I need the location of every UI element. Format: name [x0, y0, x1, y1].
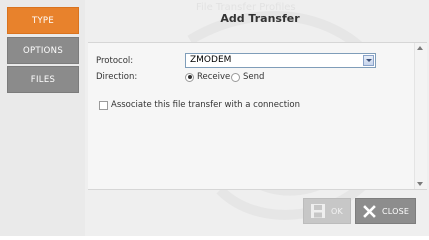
- dialog-title: Add Transfer: [220, 12, 300, 25]
- vertical-scrollbar[interactable]: [414, 43, 427, 189]
- x-close-icon: [363, 204, 376, 218]
- protocol-select-value: ZMODEM: [190, 55, 232, 65]
- associate-connection-label: Associate this file transfer with a conn…: [111, 100, 300, 110]
- direction-send-label: Send: [243, 72, 265, 82]
- add-transfer-dialog: File Transfer Profiles TYPE OPTIONS FILE…: [0, 0, 429, 236]
- nav-tab-files[interactable]: FILES: [7, 66, 79, 93]
- sidebar-nav: TYPE OPTIONS FILES: [0, 0, 85, 236]
- ok-button[interactable]: OK: [303, 198, 351, 224]
- scroll-down-icon[interactable]: [417, 182, 423, 186]
- floppy-disk-icon: [311, 204, 325, 218]
- protocol-select[interactable]: ZMODEM: [185, 53, 376, 68]
- radio-unselected-icon: [231, 72, 240, 82]
- close-button[interactable]: CLOSE: [355, 198, 416, 224]
- close-button-label: CLOSE: [382, 206, 410, 216]
- nav-tab-options-label: OPTIONS: [22, 45, 64, 56]
- nav-tab-files-label: FILES: [30, 74, 56, 85]
- dropdown-arrow-button[interactable]: [363, 55, 374, 66]
- chevron-down-icon: [366, 59, 372, 62]
- nav-tab-type-label: TYPE: [31, 15, 55, 26]
- scroll-up-icon[interactable]: [417, 46, 423, 50]
- nav-tab-options[interactable]: OPTIONS: [7, 37, 79, 64]
- protocol-label: Protocol:: [96, 56, 134, 66]
- direction-receive-label: Receive: [197, 72, 231, 82]
- nav-tab-type[interactable]: TYPE: [7, 7, 79, 34]
- ok-button-label: OK: [331, 206, 343, 216]
- checkbox-unchecked-icon: [99, 100, 108, 110]
- direction-radio-receive[interactable]: Receive: [185, 72, 230, 82]
- direction-radio-send[interactable]: Send: [231, 72, 264, 82]
- direction-label: Direction:: [96, 72, 138, 82]
- associate-connection-checkbox[interactable]: Associate this file transfer with a conn…: [99, 100, 300, 110]
- radio-selected-icon: [185, 72, 194, 82]
- form-panel: Protocol: ZMODEM Direction: Receive Send…: [88, 42, 427, 190]
